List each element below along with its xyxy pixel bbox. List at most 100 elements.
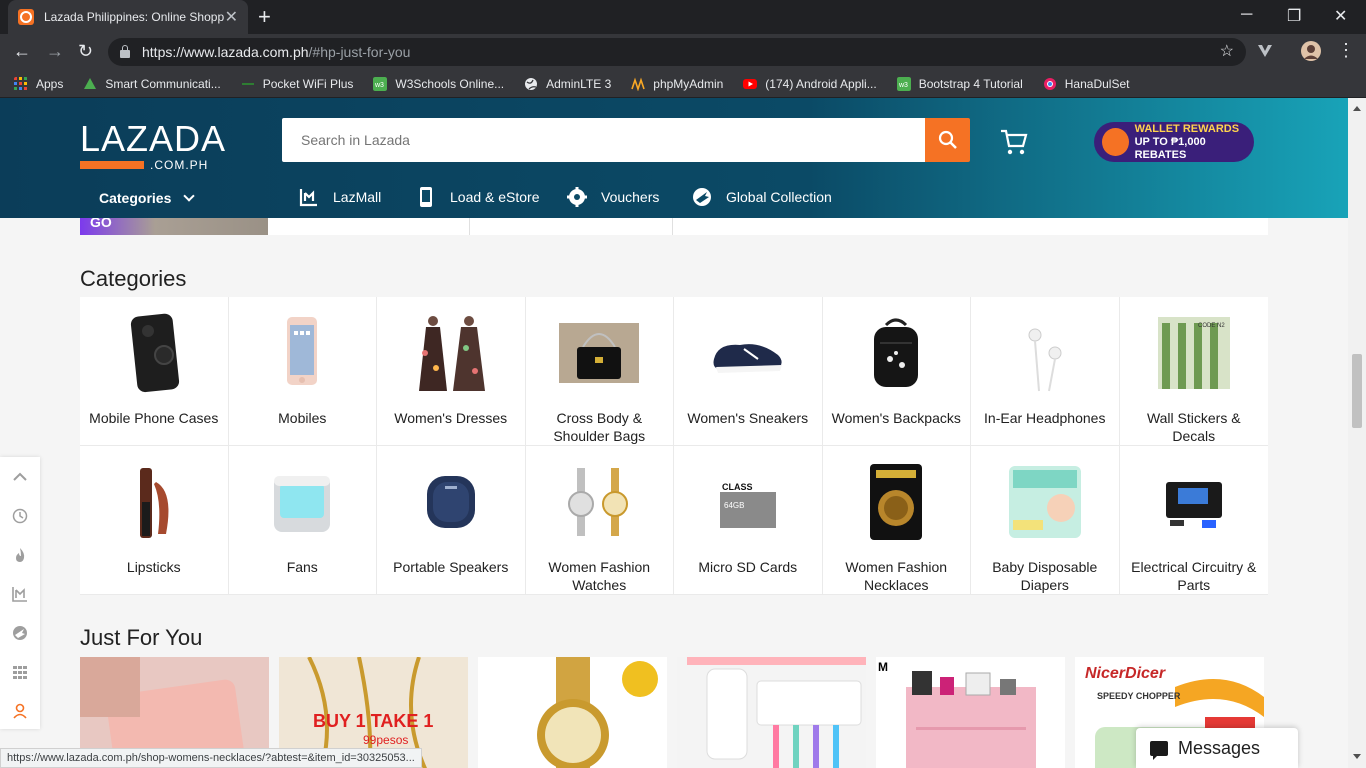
lazada-logo[interactable]: LAZADA .COM.PH [80,121,226,172]
bookmark-adminlte[interactable]: AdminLTE 3 [524,77,611,91]
just-for-you-section-title: Just For You [80,625,203,650]
bookmark-label: W3Schools Online... [395,76,505,91]
history-button[interactable] [0,496,40,535]
diaper-icon [1008,466,1081,538]
wallet-icon [1102,128,1129,156]
category-womens-dresses[interactable]: Women's Dresses [377,297,526,446]
voucher-gear-icon [567,187,587,207]
svg-text:M: M [878,660,888,674]
profile-avatar-icon[interactable] [1300,40,1322,62]
category-womens-sneakers[interactable]: Women's Sneakers [674,297,823,446]
category-label: Women Fashion Watches [548,559,651,593]
wallet-rewards-banner[interactable]: WALLET REWARDS UP TO ₱1,000 REBATES [1094,122,1254,162]
category-women-fashion-watches[interactable]: Women Fashion Watches [525,446,674,595]
web-page: GO Categories Mobile Phone Cases Mobiles [0,98,1348,768]
category-wall-stickers[interactable]: CODE N2 Wall Stickers & Decals [1119,297,1268,446]
nav-load-estore[interactable]: Load & eStore [416,187,540,207]
category-electrical-circuitry[interactable]: Electrical Circuitry & Parts [1119,446,1268,595]
category-baby-diapers[interactable]: Baby Disposable Diapers [971,446,1120,595]
extension-v-icon[interactable] [1256,42,1274,60]
back-arrow-icon[interactable]: ← [13,41,31,62]
category-label: Women Fashion Necklaces [845,559,948,593]
page-scrollbar[interactable] [1348,98,1366,768]
category-label: Cross Body & Shoulder Bags [553,410,646,444]
category-fans[interactable]: Fans [228,446,377,595]
bookmark-label: (174) Android Appli... [765,76,877,91]
watch-icon [568,468,629,536]
category-micro-sd-cards[interactable]: CLASS 64GB Micro SD Cards [674,446,823,595]
nav-label: Load & eStore [450,189,540,205]
nav-global-collection[interactable]: Global Collection [692,187,832,207]
global-collection-button[interactable] [0,613,40,652]
bookmark-star-icon[interactable]: ☆ [1220,41,1234,61]
window-close-icon[interactable]: ✕ [1334,6,1347,26]
lazmall-button[interactable] [0,574,40,613]
necklace-icon [870,464,923,540]
messages-widget[interactable]: Messages [1136,728,1298,768]
bookmark-pocket-wifi[interactable]: Pocket WiFi Plus [241,76,354,91]
history-icon [12,508,28,523]
reload-icon[interactable]: ↻ [78,41,93,62]
category-mobiles[interactable]: Mobiles [228,297,377,446]
flash-sale-button[interactable] [0,535,40,574]
svg-text:CODE N2: CODE N2 [1198,323,1225,329]
product-card[interactable]: M [876,657,1065,768]
phpmyadmin-icon [631,76,646,91]
scroll-up-arrow-icon[interactable] [1353,106,1361,111]
account-icon [13,703,27,719]
back-to-top-button[interactable] [0,457,40,496]
category-mobile-phone-cases[interactable]: Mobile Phone Cases [80,297,229,446]
category-womens-backpacks[interactable]: Women's Backpacks [822,297,971,446]
lazada-favicon-icon [18,9,34,25]
phone-load-icon [420,187,432,207]
category-women-fashion-necklaces[interactable]: Women Fashion Necklaces [822,446,971,595]
bookmark-hanadulset[interactable]: HanaDulSet [1043,76,1130,91]
apps-grid-icon [14,76,27,90]
category-lipsticks[interactable]: Lipsticks [80,446,229,595]
bookmark-label: HanaDulSet [1064,76,1130,91]
scrollbar-thumb[interactable] [1352,354,1362,428]
messages-label: Messages [1178,737,1261,758]
scroll-down-arrow-icon[interactable] [1353,754,1361,759]
gold-watch-icon [478,657,667,768]
site-header: LAZADA .COM.PH WALLET REWARDS UP TO ₱1,0… [0,98,1348,218]
bookmark-w3schools[interactable]: w3 W3Schools Online... [373,76,505,91]
category-label: Micro SD Cards [698,559,798,575]
bookmark-smart[interactable]: Smart Communicati... [83,77,221,91]
wall-sticker-icon: CODE N2 [1157,317,1230,389]
browser-tab[interactable]: Lazada Philippines: Online Shopp ✕ [8,0,248,34]
browser-tab-bar: Lazada Philippines: Online Shopp ✕ + ─ ❐… [0,0,1366,34]
forward-arrow-icon[interactable]: → [46,41,64,62]
category-portable-speakers[interactable]: Portable Speakers [377,446,526,595]
bookmark-bootstrap[interactable]: w3 Bootstrap 4 Tutorial [896,76,1023,91]
nav-vouchers[interactable]: Vouchers [567,187,659,207]
nav-lazmall[interactable]: LazMall [299,187,381,207]
dress-icon [418,316,485,391]
category-cross-body-bags[interactable]: Cross Body & Shoulder Bags [525,297,674,446]
w3schools-icon: w3 [373,76,388,91]
all-categories-button[interactable] [0,652,40,691]
product-card[interactable] [478,657,667,768]
minimize-icon[interactable]: ─ [1241,6,1252,24]
tab-close-icon[interactable]: ✕ [225,7,238,27]
restore-icon[interactable]: ❐ [1287,6,1301,26]
categories-dropdown[interactable]: Categories [99,190,196,206]
cart-icon[interactable] [1000,128,1028,156]
categories-section-title: Categories [80,266,187,291]
account-button[interactable] [0,691,40,730]
bookmark-youtube[interactable]: (174) Android Appli... [743,76,877,91]
category-in-ear-headphones[interactable]: In-Ear Headphones [971,297,1120,446]
address-bar[interactable]: https://www.lazada.com.ph /#hp-just-for-… [108,38,1246,66]
bookmark-phpmyadmin[interactable]: phpMyAdmin [631,77,723,91]
search-button[interactable] [925,118,970,162]
search-input[interactable] [282,118,925,162]
new-tab-icon[interactable]: + [258,6,271,28]
lock-icon [120,44,130,58]
product-card[interactable] [677,657,866,768]
tab-title: Lazada Philippines: Online Shopp [44,10,224,24]
handbag-icon [559,323,640,383]
chrome-menu-icon[interactable]: ⋮ [1337,40,1355,61]
bookmark-apps[interactable]: Apps [14,76,63,91]
bookmark-label: Pocket WiFi Plus [262,76,354,91]
youtube-icon [743,78,758,89]
